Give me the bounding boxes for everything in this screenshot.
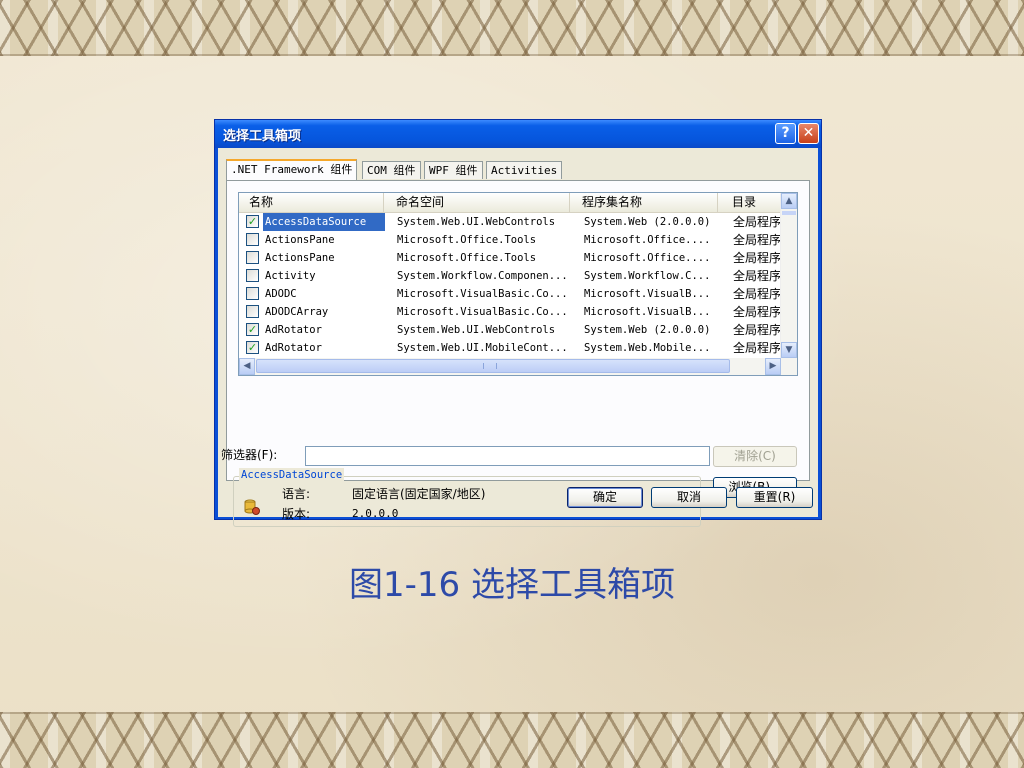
- table-row[interactable]: ✓ AdRotator System.Web.UI.MobileCont... …: [239, 339, 783, 357]
- title-bar[interactable]: 选择工具箱项 ? ✕: [215, 120, 821, 148]
- scroll-left-icon[interactable]: ◀: [239, 358, 255, 375]
- ok-button[interactable]: 确定: [567, 487, 643, 508]
- cell-name: AdRotator: [265, 342, 322, 354]
- horizontal-scrollbar[interactable]: ◀ ▶: [239, 358, 797, 375]
- row-checkbox[interactable]: [246, 251, 259, 264]
- cell-name: AccessDataSource: [263, 213, 385, 231]
- cell-namespace: System.Web.UI.MobileCont...: [397, 342, 568, 354]
- cell-directory: 全局程序: [733, 287, 782, 301]
- table-row[interactable]: ✓ AccessDataSource System.Web.UI.WebCont…: [239, 213, 783, 231]
- cell-directory: 全局程序: [733, 305, 782, 319]
- table-row[interactable]: ✓ AdRotator System.Web.UI.WebControls Sy…: [239, 321, 783, 339]
- cell-directory: 全局程序: [733, 323, 782, 337]
- cancel-button[interactable]: 取消: [651, 487, 727, 508]
- cell-name: ADODCArray: [265, 306, 329, 318]
- components-list[interactable]: 名称 命名空间 程序集名称 目录 ✓ AccessDataSource Syst…: [238, 192, 798, 376]
- cell-assembly: Microsoft.VisualB...: [584, 306, 711, 318]
- language-value: 固定语言(固定国家/地区): [352, 487, 486, 501]
- help-button[interactable]: ?: [775, 123, 796, 144]
- group-title: AccessDataSource: [239, 468, 345, 482]
- cell-directory: 全局程序: [733, 251, 782, 265]
- cell-namespace: Microsoft.Office.Tools: [397, 252, 537, 264]
- row-checkbox[interactable]: ✓: [246, 323, 259, 336]
- cell-assembly: Microsoft.Office....: [584, 252, 711, 264]
- cell-directory: 全局程序: [733, 341, 782, 355]
- row-checkbox[interactable]: [246, 233, 259, 246]
- list-header: 名称 命名空间 程序集名称 目录: [239, 193, 783, 213]
- row-checkbox[interactable]: [246, 305, 259, 318]
- choose-toolbox-items-dialog: 选择工具箱项 ? ✕ .NET Framework 组件 COM 组件 WPF …: [214, 119, 822, 527]
- table-row[interactable]: ADODC Microsoft.VisualBasic.Co... Micros…: [239, 285, 783, 303]
- cell-assembly: System.Web (2.0.0.0): [584, 324, 711, 336]
- cell-name: ADODC: [265, 288, 297, 300]
- table-row[interactable]: ActionsPane Microsoft.Office.Tools Micro…: [239, 249, 783, 267]
- cell-namespace: Microsoft.VisualBasic.Co...: [397, 306, 568, 318]
- cell-name: Activity: [265, 270, 316, 282]
- tab-panel: 名称 命名空间 程序集名称 目录 ✓ AccessDataSource Syst…: [221, 180, 810, 527]
- dialog-title: 选择工具箱项: [223, 129, 302, 144]
- version-label: 版本:: [282, 507, 311, 521]
- cell-directory: 全局程序: [733, 215, 782, 229]
- language-label: 语言:: [282, 487, 311, 501]
- bottom-decorative-border: [0, 712, 1024, 768]
- cell-assembly: System.Web.Mobile...: [584, 342, 711, 354]
- cell-assembly: Microsoft.Office....: [584, 234, 711, 246]
- row-checkbox[interactable]: ✓: [246, 215, 259, 228]
- version-value: 2.0.0.0: [352, 507, 399, 520]
- cell-namespace: Microsoft.VisualBasic.Co...: [397, 288, 568, 300]
- scroll-right-icon[interactable]: ▶: [765, 358, 781, 375]
- cell-name: ActionsPane: [265, 234, 335, 246]
- dialog-client-area: .NET Framework 组件 COM 组件 WPF 组件 Activiti…: [218, 148, 818, 527]
- row-checkbox[interactable]: [246, 287, 259, 300]
- cell-namespace: System.Web.UI.WebControls: [397, 216, 556, 228]
- scroll-down-icon[interactable]: ▼: [781, 342, 797, 358]
- column-header-directory[interactable]: 目录: [718, 193, 783, 212]
- cell-assembly: System.Workflow.C...: [584, 270, 711, 282]
- horizontal-scroll-thumb[interactable]: [256, 359, 730, 373]
- tab-com[interactable]: COM 组件: [362, 161, 421, 179]
- scroll-up-icon[interactable]: ▲: [781, 193, 797, 209]
- tab-wpf[interactable]: WPF 组件: [424, 161, 483, 179]
- cell-name: AdRotator: [265, 324, 322, 336]
- grip-icon: [483, 363, 497, 369]
- column-header-namespace[interactable]: 命名空间: [384, 193, 570, 212]
- reset-button[interactable]: 重置(R): [736, 487, 813, 508]
- filter-label: 筛选器(F):: [221, 448, 278, 462]
- row-checkbox[interactable]: [246, 269, 259, 282]
- cell-namespace: System.Workflow.Componen...: [397, 270, 568, 282]
- cell-assembly: Microsoft.VisualB...: [584, 288, 711, 300]
- vertical-scroll-thumb[interactable]: [782, 211, 796, 215]
- close-button[interactable]: ✕: [798, 123, 819, 144]
- cell-namespace: System.Web.UI.WebControls: [397, 324, 556, 336]
- cell-namespace: Microsoft.Office.Tools: [397, 234, 537, 246]
- tab-activities[interactable]: Activities: [486, 161, 563, 179]
- cell-assembly: System.Web (2.0.0.0): [584, 216, 711, 228]
- clear-button[interactable]: 清除(C): [713, 446, 797, 467]
- table-row[interactable]: ADODCArray Microsoft.VisualBasic.Co... M…: [239, 303, 783, 321]
- row-checkbox[interactable]: ✓: [246, 341, 259, 354]
- column-header-name[interactable]: 名称: [239, 193, 384, 212]
- top-decorative-border: [0, 0, 1024, 56]
- filter-input[interactable]: [305, 446, 710, 466]
- tab-net-framework[interactable]: .NET Framework 组件: [226, 159, 358, 180]
- table-row[interactable]: ActionsPane Microsoft.Office.Tools Micro…: [239, 231, 783, 249]
- table-row[interactable]: Activity System.Workflow.Componen... Sys…: [239, 267, 783, 285]
- cell-directory: 全局程序: [733, 269, 782, 283]
- cell-name: ActionsPane: [265, 252, 335, 264]
- column-header-assembly[interactable]: 程序集名称: [570, 193, 718, 212]
- database-icon: [244, 499, 260, 515]
- vertical-scrollbar[interactable]: ▲ ▼: [780, 193, 797, 358]
- cell-directory: 全局程序: [733, 233, 782, 247]
- slide-caption: 图1-16 选择工具箱项: [349, 565, 675, 605]
